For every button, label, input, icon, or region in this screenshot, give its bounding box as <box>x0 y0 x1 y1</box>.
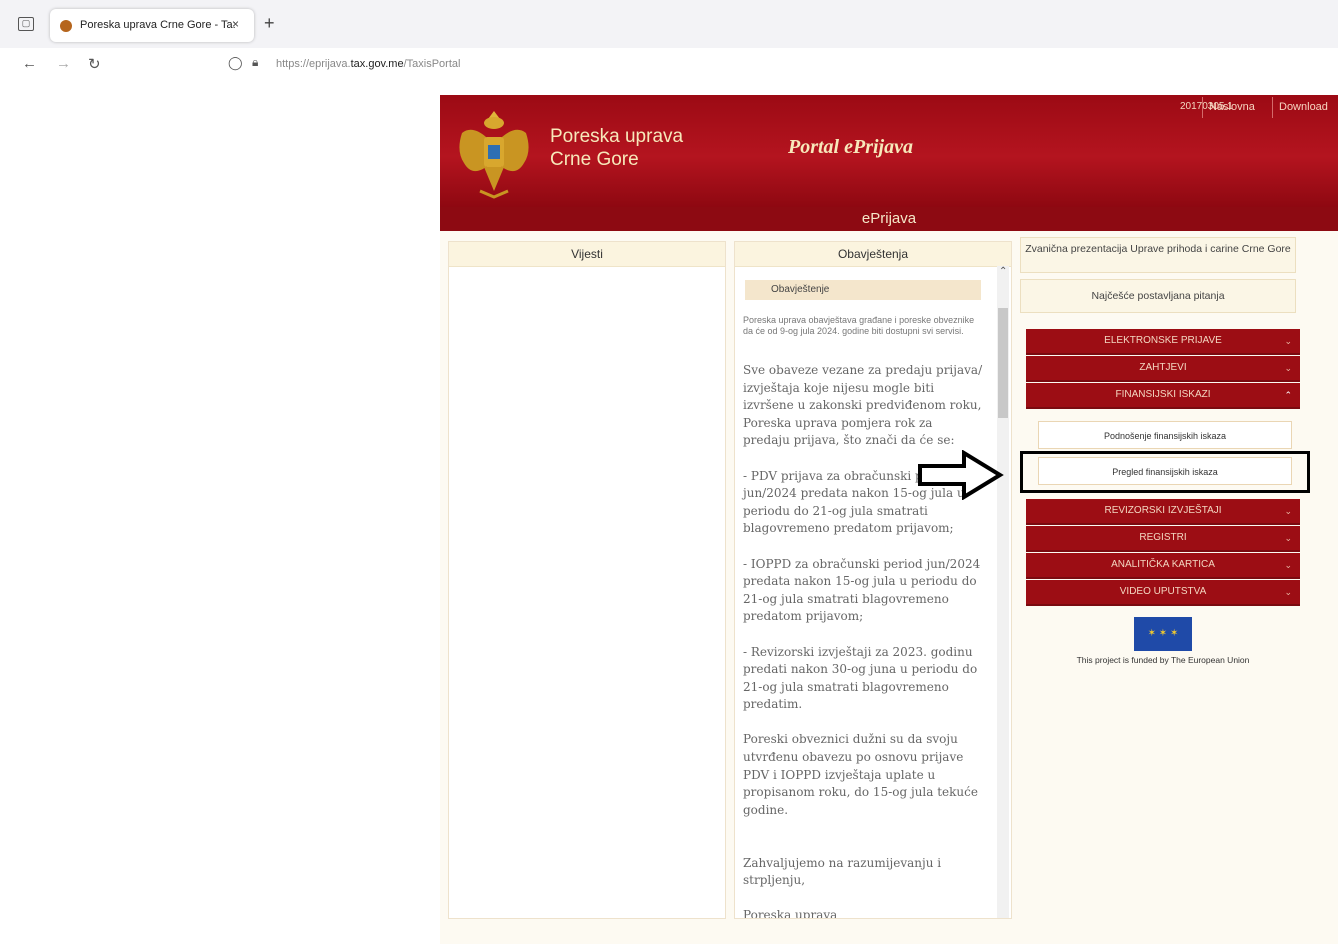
menu-label: ANALITIČKA KARTICA <box>1111 559 1215 570</box>
menu-label: ZAHTJEVI <box>1139 362 1187 373</box>
browser-nav-bar: ← → ↻ <box>0 48 1338 82</box>
menu-label: REVIZORSKI IZVJEŠTAJI <box>1104 505 1222 516</box>
scroll-thumb[interactable] <box>998 308 1008 418</box>
reload-icon[interactable]: ↻ <box>88 55 101 73</box>
notices-panel: Obavještenja Obavještenje Poreska uprava… <box>734 241 1012 919</box>
browser-tab[interactable]: Poreska uprava Crne Gore - Ta: × <box>50 9 254 42</box>
browser-tab-bar: ▢ Poreska uprava Crne Gore - Ta: × + <box>0 0 1338 48</box>
tab-overview-icon[interactable]: ▢ <box>18 17 34 31</box>
notice-body: Sve obaveze vezane za predaju prijava/ i… <box>743 363 983 919</box>
menu-label: ELEKTRONSKE PRIJAVE <box>1104 335 1222 346</box>
tab-title: Poreska uprava Crne Gore - Ta: <box>80 19 236 31</box>
coat-of-arms-icon <box>459 111 529 199</box>
portal-page: Poreska uprava Crne Gore Portal ePrijava… <box>440 95 1338 944</box>
menu-analytic-card[interactable]: ANALITIČKA KARTICA ⌄ <box>1026 553 1300 579</box>
portal-title: Portal ePrijava <box>788 136 913 158</box>
news-panel: Vijesti <box>448 241 726 919</box>
forward-arrow-icon[interactable]: → <box>56 55 71 72</box>
tracking-shield-icon[interactable]: ◯ <box>228 55 243 71</box>
address-bar[interactable]: https://eprijava.tax.gov.me/TaxisPortal <box>276 58 460 70</box>
chevron-down-icon: ⌄ <box>1284 587 1292 597</box>
notice-summary: Poreska uprava obavještava građane i por… <box>743 315 975 336</box>
chevron-down-icon: ⌄ <box>1284 336 1292 346</box>
menu-requests[interactable]: ZAHTJEVI ⌄ <box>1026 356 1300 382</box>
faq-link[interactable]: Najčešće postavljana pitanja <box>1020 279 1296 313</box>
menu-label: VIDEO UPUTSTVA <box>1119 586 1207 597</box>
close-tab-icon[interactable]: × <box>232 17 239 31</box>
site-favicon-icon <box>60 20 72 32</box>
pointer-arrow-icon <box>918 450 1004 500</box>
notice-heading: Obavještenje <box>745 280 981 300</box>
scroll-up-icon[interactable]: ⌃ <box>999 266 1007 277</box>
highlight-box <box>1020 451 1310 493</box>
menu-label: REGISTRI <box>1139 532 1187 543</box>
menu-video-tutorials[interactable]: VIDEO UPUTSTVA ⌄ <box>1026 580 1300 606</box>
notices-scrollbar[interactable]: ⌃ ⌄ <box>997 266 1009 918</box>
chevron-down-icon: ⌄ <box>1284 363 1292 373</box>
submit-financial-statements-link[interactable]: Podnošenje finansijskih iskaza <box>1038 421 1292 449</box>
chevron-down-icon: ⌄ <box>1284 506 1292 516</box>
chevron-down-icon: ⌄ <box>1284 533 1292 543</box>
eu-flag-icon: ✶ ✶ ✶ <box>1134 617 1192 651</box>
organization-name: Poreska uprava Crne Gore <box>550 126 684 170</box>
portal-header: Poreska uprava Crne Gore Portal ePrijava… <box>440 95 1338 207</box>
menu-label: FINANSIJSKI ISKAZI <box>1115 389 1211 400</box>
menu-audit-reports[interactable]: REVIZORSKI IZVJEŠTAJI ⌄ <box>1026 499 1300 525</box>
chevron-up-icon: ⌃ <box>1284 390 1292 400</box>
notices-title: Obavještenja <box>735 242 1011 267</box>
chevron-down-icon: ⌄ <box>1284 560 1292 570</box>
menu-electronic-returns[interactable]: ELEKTRONSKE PRIJAVE ⌄ <box>1026 329 1300 355</box>
back-arrow-icon[interactable]: ← <box>22 55 37 72</box>
official-site-link[interactable]: Zvanična prezentacija Uprave prihoda i c… <box>1020 237 1296 273</box>
eu-funding-note: This project is funded by The European U… <box>1076 655 1250 665</box>
eprijava-bar: ePrijava <box>440 207 1338 231</box>
download-link[interactable]: Download <box>1272 97 1334 118</box>
lock-icon[interactable]: 🔒︎ <box>252 55 258 70</box>
home-link[interactable]: Naslovna <box>1202 97 1261 118</box>
menu-registers[interactable]: REGISTRI ⌄ <box>1026 526 1300 552</box>
news-title: Vijesti <box>449 242 725 267</box>
menu-financial-statements[interactable]: FINANSIJSKI ISKAZI ⌃ <box>1026 383 1300 409</box>
new-tab-button[interactable]: + <box>264 13 275 34</box>
